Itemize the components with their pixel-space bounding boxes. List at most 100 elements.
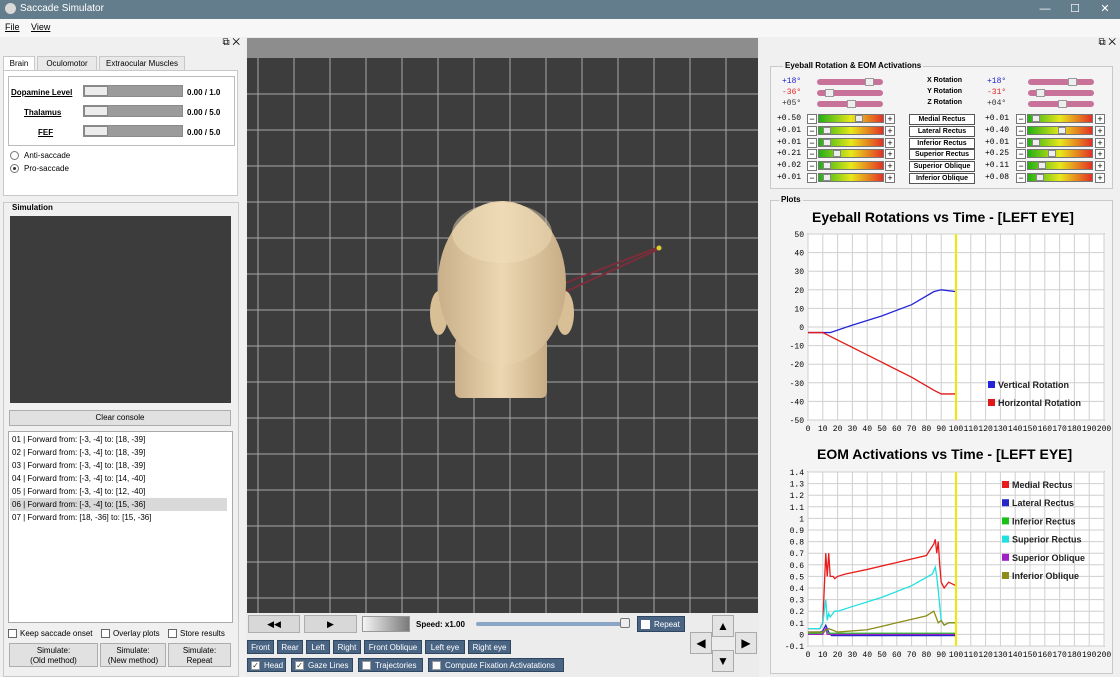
overlay-plots-checkbox[interactable] — [101, 629, 110, 638]
simulate-old-button[interactable]: Simulate: (Old method) — [9, 643, 98, 667]
repeat-checkbox[interactable] — [641, 620, 650, 629]
gaze-lines-checkbox[interactable]: ✓ — [295, 661, 304, 670]
slider-handle[interactable] — [1032, 138, 1040, 146]
slider-handle[interactable] — [833, 150, 841, 158]
float-icon[interactable]: ⧉ — [222, 37, 229, 48]
head-checkbox[interactable]: ✓ — [251, 661, 260, 670]
arrow-up-button[interactable]: ▲ — [712, 615, 734, 637]
toggle-compute-fixation[interactable]: Compute Fixation Activatations — [428, 658, 564, 672]
right-plus-button[interactable]: + — [1095, 137, 1105, 148]
slider-handle[interactable] — [1036, 89, 1045, 97]
slider-handle[interactable] — [1048, 150, 1056, 158]
repeat-toggle[interactable]: Repeat — [637, 616, 685, 632]
slider-handle[interactable] — [825, 89, 834, 97]
right-minus-button[interactable]: − — [1016, 137, 1026, 148]
right-rotation-slider[interactable] — [1028, 78, 1094, 86]
right-activation-bar[interactable] — [1027, 149, 1093, 159]
view-left-button[interactable]: Left — [306, 640, 330, 654]
close-panel-icon[interactable]: ✕ — [232, 37, 240, 48]
left-activation-bar[interactable] — [818, 114, 884, 123]
left-activation-bar[interactable] — [818, 125, 884, 135]
right-activation-bar[interactable] — [1027, 161, 1093, 171]
slider-handle[interactable] — [1058, 100, 1067, 108]
slider-handle[interactable] — [855, 115, 863, 122]
tab-oculomotor[interactable]: Oculomotor — [37, 56, 97, 70]
fef-slider[interactable] — [83, 125, 183, 137]
right-plus-button[interactable]: + — [1095, 149, 1105, 160]
left-rotation-slider[interactable] — [817, 100, 883, 108]
left-plus-button[interactable]: + — [885, 125, 895, 136]
right-activation-bar[interactable] — [1027, 114, 1093, 123]
slider-handle[interactable] — [823, 174, 831, 181]
toggle-trajectories[interactable]: Trajectories — [358, 658, 423, 672]
left-minus-button[interactable]: − — [807, 149, 817, 160]
left-rotation-slider[interactable] — [817, 89, 883, 97]
view-rear-button[interactable]: Rear — [277, 640, 303, 654]
list-item[interactable]: 01 | Forward from: [-3, -4] to: [18, -39… — [10, 433, 227, 446]
left-minus-button[interactable]: − — [807, 161, 817, 172]
left-plus-button[interactable]: + — [885, 114, 895, 124]
right-minus-button[interactable]: − — [1016, 114, 1026, 124]
right-plus-button[interactable]: + — [1095, 114, 1105, 124]
toggle-gaze-lines[interactable]: ✓ Gaze Lines — [291, 658, 353, 672]
right-minus-button[interactable]: − — [1016, 173, 1026, 183]
anti-saccade-radio[interactable] — [10, 151, 19, 160]
slider-handle[interactable] — [823, 126, 831, 134]
list-item[interactable]: 03 | Forward from: [-3, -4] to: [18, -39… — [10, 459, 227, 472]
close-button[interactable]: ✕ — [1090, 0, 1120, 19]
dopamine-slider[interactable] — [83, 85, 183, 97]
arrow-right-button[interactable]: ▶ — [735, 632, 757, 654]
left-plus-button[interactable]: + — [885, 161, 895, 172]
view-left-eye-button[interactable]: Left eye — [425, 640, 465, 654]
left-minus-button[interactable]: − — [807, 125, 817, 136]
menu-view[interactable]: View — [31, 22, 50, 32]
tab-brain[interactable]: Brain — [3, 56, 35, 70]
clear-console-button[interactable]: Clear console — [9, 410, 231, 426]
speed-slider[interactable] — [476, 622, 626, 626]
minimize-button[interactable]: — — [1030, 0, 1060, 19]
right-plus-button[interactable]: + — [1095, 125, 1105, 136]
pro-saccade-radio[interactable] — [10, 164, 19, 173]
list-item[interactable]: 06 | Forward from: [-3, -4] to: [15, -36… — [10, 498, 227, 511]
menu-file[interactable]: File — [5, 22, 20, 32]
view-front-oblique-button[interactable]: Front Oblique — [364, 640, 422, 654]
left-minus-button[interactable]: − — [807, 173, 817, 183]
toggle-head[interactable]: ✓ Head — [247, 658, 286, 672]
slider-handle[interactable] — [823, 162, 831, 170]
tab-extraocular-muscles[interactable]: Extraocular Muscles — [99, 56, 185, 70]
close-panel-icon[interactable]: ✕ — [1108, 37, 1116, 48]
left-rotation-slider[interactable] — [817, 78, 883, 86]
slider-handle[interactable] — [84, 86, 108, 96]
slider-handle[interactable] — [84, 126, 108, 136]
right-plus-button[interactable]: + — [1095, 161, 1105, 172]
slider-handle[interactable] — [1036, 174, 1044, 181]
rewind-button[interactable]: ◀◀ — [248, 615, 300, 633]
left-activation-bar[interactable] — [818, 137, 884, 147]
right-rotation-slider[interactable] — [1028, 89, 1094, 97]
right-activation-bar[interactable] — [1027, 137, 1093, 147]
keep-onset-checkbox[interactable] — [8, 629, 17, 638]
slider-handle[interactable] — [1032, 115, 1040, 122]
left-activation-bar[interactable] — [818, 149, 884, 159]
float-icon[interactable]: ⧉ — [1098, 37, 1105, 48]
left-plus-button[interactable]: + — [885, 137, 895, 148]
play-button[interactable]: ▶ — [304, 615, 357, 633]
slider-handle[interactable] — [1058, 126, 1066, 134]
left-activation-bar[interactable] — [818, 161, 884, 171]
slider-handle[interactable] — [865, 78, 874, 86]
list-item[interactable]: 07 | Forward from: [18, -36] to: [15, -3… — [10, 511, 227, 524]
view-front-button[interactable]: Front — [247, 640, 274, 654]
slider-handle[interactable] — [847, 100, 856, 108]
left-plus-button[interactable]: + — [885, 149, 895, 160]
3d-viewport[interactable] — [247, 38, 758, 613]
compute-fixation-checkbox[interactable] — [432, 661, 441, 670]
maximize-button[interactable]: ☐ — [1060, 0, 1090, 19]
speed-slider-handle[interactable] — [620, 618, 630, 628]
slider-handle[interactable] — [84, 106, 108, 116]
trajectories-checkbox[interactable] — [362, 661, 371, 670]
right-minus-button[interactable]: − — [1016, 149, 1026, 160]
right-minus-button[interactable]: − — [1016, 161, 1026, 172]
left-activation-bar[interactable] — [818, 173, 884, 182]
simulate-repeat-button[interactable]: Simulate: Repeat — [168, 643, 231, 667]
slider-handle[interactable] — [1038, 162, 1046, 170]
